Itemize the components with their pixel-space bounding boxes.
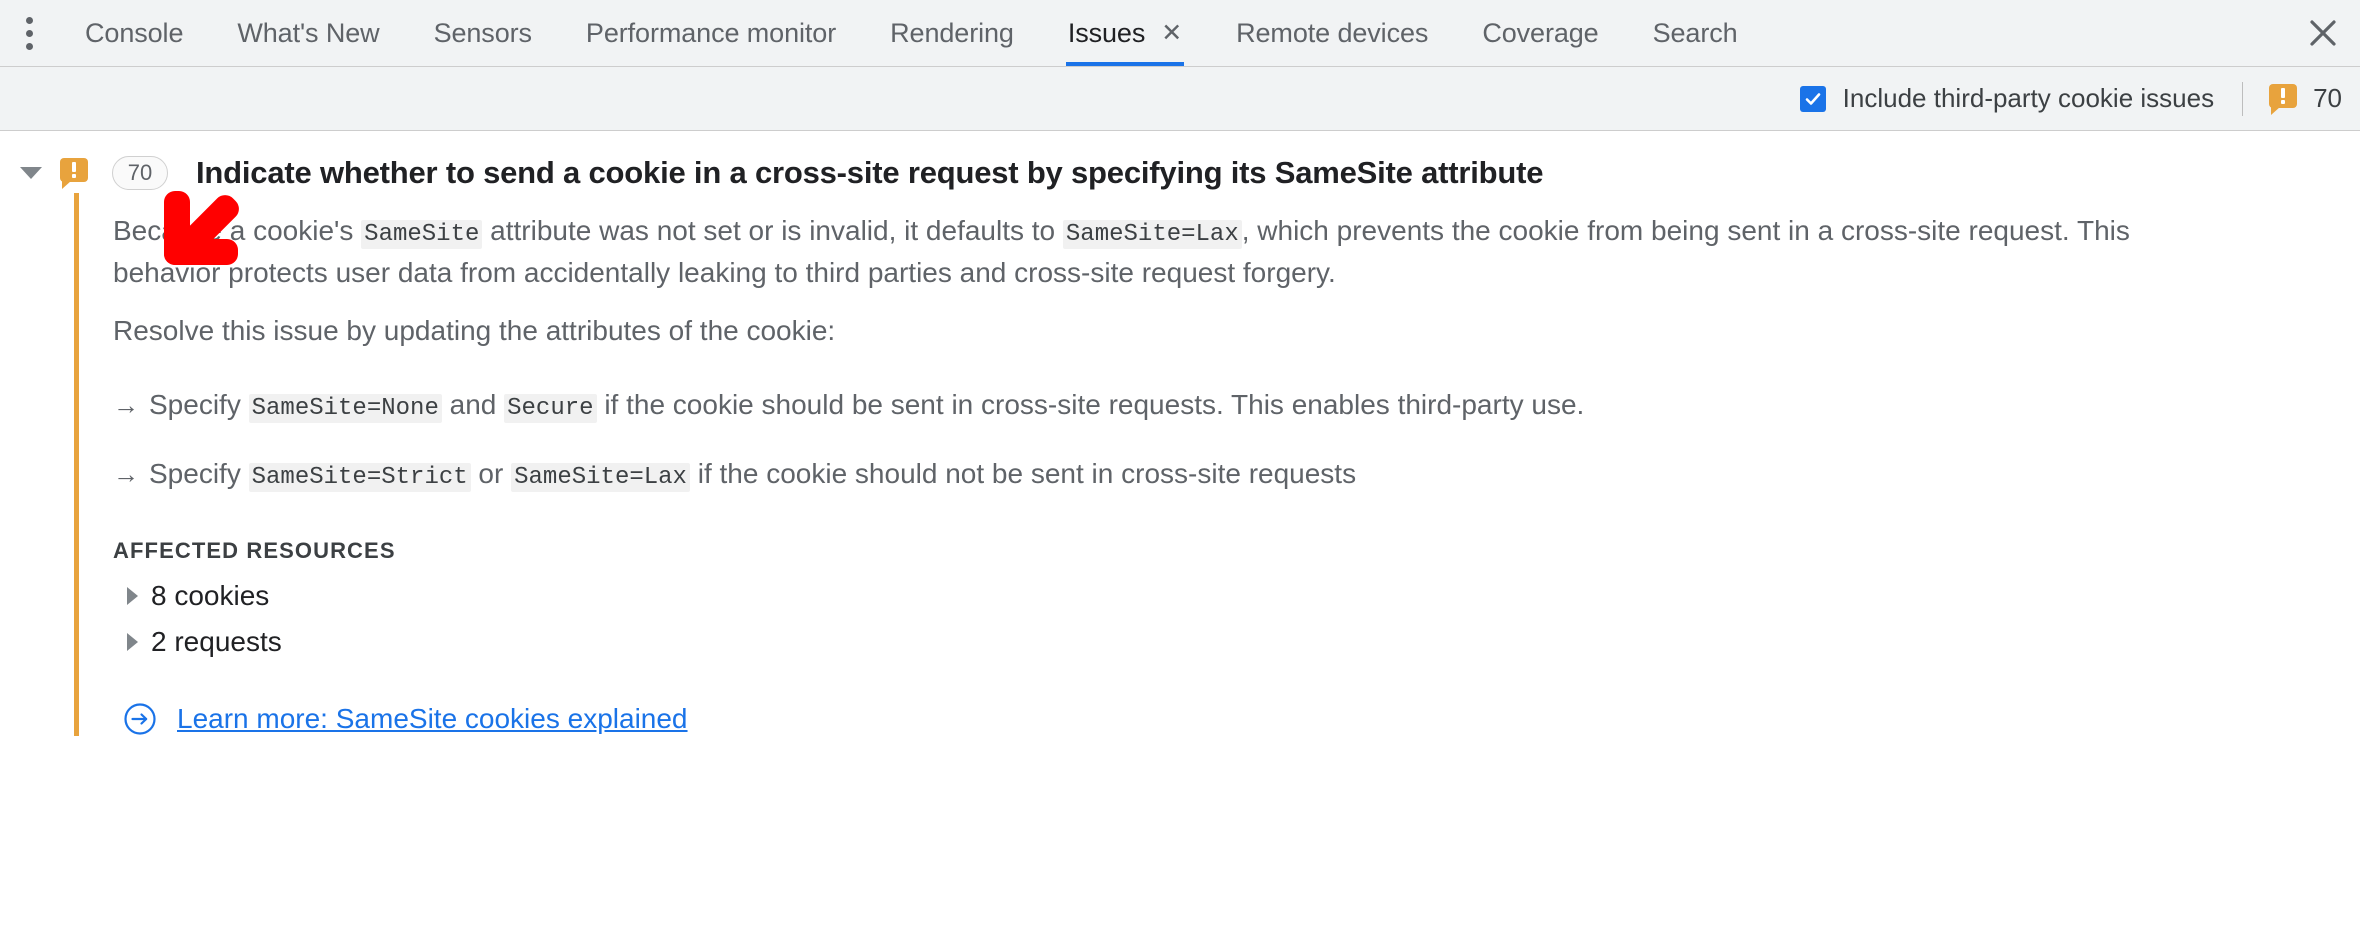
fix-text-1: Specify bbox=[149, 457, 249, 489]
fix-text: Specify SameSite=Strict or SameSite=Lax … bbox=[149, 454, 1356, 495]
affected-resources-list: 8 cookies 2 requests bbox=[113, 580, 2360, 658]
tab-label: Console bbox=[85, 17, 184, 48]
tab-bar-spacer bbox=[1765, 0, 2286, 66]
include-third-party-cookie-issues-checkbox[interactable]: Include third-party cookie issues bbox=[1799, 83, 2215, 114]
tab-console[interactable]: Console bbox=[58, 0, 210, 66]
more-tools-menu-button[interactable] bbox=[0, 0, 58, 66]
close-drawer-button[interactable] bbox=[2286, 0, 2360, 66]
code-samesite-none: SameSite=None bbox=[248, 394, 442, 424]
affected-resources-heading: AFFECTED RESOURCES bbox=[113, 538, 396, 564]
tab-label: Rendering bbox=[890, 17, 1014, 48]
circled-arrow-right-icon bbox=[124, 703, 156, 735]
warning-issue-icon bbox=[60, 157, 88, 189]
issue-count-badge: 70 bbox=[112, 155, 168, 190]
chevron-right-icon[interactable] bbox=[127, 587, 138, 606]
code-samesite-lax: SameSite=Lax bbox=[511, 462, 690, 492]
code-samesite: SameSite bbox=[361, 220, 483, 249]
resolve-intro: Resolve this issue by updating the attri… bbox=[113, 314, 836, 346]
code-samesite-strict: SameSite=Strict bbox=[248, 462, 471, 492]
resource-label: 2 requests bbox=[151, 626, 282, 658]
arrow-right-bullet-icon: → bbox=[113, 390, 139, 421]
tab-label: Search bbox=[1652, 17, 1738, 48]
devtools-tab-bar: Console What's New Sensors Performance m… bbox=[0, 0, 2360, 67]
fix-suggestion-item: → Specify SameSite=Strict or SameSite=La… bbox=[113, 454, 2360, 495]
tab-label: Remote devices bbox=[1236, 17, 1429, 48]
fix-suggestion-item: → Specify SameSite=None and Secure if th… bbox=[113, 385, 2360, 426]
issue-header-row[interactable]: 70 Indicate whether to send a cookie in … bbox=[0, 131, 2360, 193]
issues-toolbar: Include third-party cookie issues 70 bbox=[0, 67, 2360, 131]
chevron-down-icon[interactable] bbox=[20, 166, 42, 179]
learn-more-label: Learn more: SameSite cookies explained bbox=[177, 703, 688, 735]
tab-rendering[interactable]: Rendering bbox=[863, 0, 1041, 66]
tab-label: Coverage bbox=[1482, 17, 1599, 48]
issues-list: 70 Indicate whether to send a cookie in … bbox=[0, 131, 2360, 737]
learn-more-link[interactable]: Learn more: SameSite cookies explained bbox=[123, 702, 688, 736]
issue-title: Indicate whether to send a cookie in a c… bbox=[196, 154, 1544, 190]
chevron-right-icon[interactable] bbox=[127, 633, 138, 652]
fix-text-1: Specify bbox=[149, 389, 249, 421]
tab-label: Issues bbox=[1067, 17, 1146, 48]
fix-text-3: if the cookie should be sent in cross-si… bbox=[596, 389, 1585, 421]
code-secure: Secure bbox=[504, 394, 597, 424]
tab-search[interactable]: Search bbox=[1626, 0, 1765, 66]
fix-text: Specify SameSite=None and Secure if the … bbox=[149, 385, 1584, 426]
tab-label: Performance monitor bbox=[585, 17, 837, 48]
toolbar-divider bbox=[2242, 81, 2244, 116]
checkbox-label: Include third-party cookie issues bbox=[1842, 83, 2215, 113]
tab-label: Sensors bbox=[433, 17, 532, 48]
resource-label: 8 cookies bbox=[151, 580, 270, 612]
active-tab-underline bbox=[1065, 62, 1185, 66]
fix-text-2: or bbox=[470, 457, 512, 489]
tab-whats-new[interactable]: What's New bbox=[210, 0, 406, 66]
checkbox-checked-icon bbox=[1799, 85, 1826, 112]
desc-text-1: Because a cookie's bbox=[113, 215, 362, 246]
issue-count-value: 70 bbox=[2313, 83, 2342, 113]
issue-count-group: 70 bbox=[2269, 83, 2342, 115]
issue-detail-panel: Because a cookie's SameSite attribute wa… bbox=[74, 193, 2360, 737]
affected-resource-requests[interactable]: 2 requests bbox=[127, 626, 2360, 658]
close-icon bbox=[2310, 20, 2336, 46]
fix-text-3: if the cookie should not be sent in cros… bbox=[689, 457, 1357, 489]
desc-text-2: attribute was not set or is invalid, it … bbox=[482, 215, 1063, 246]
tab-coverage[interactable]: Coverage bbox=[1455, 0, 1625, 66]
tab-label: What's New bbox=[237, 17, 380, 48]
three-dot-vertical-menu-icon bbox=[25, 14, 33, 53]
tab-issues[interactable]: Issues ✕ bbox=[1041, 0, 1209, 66]
tab-remote-devices[interactable]: Remote devices bbox=[1209, 0, 1455, 66]
tab-close-icon[interactable]: ✕ bbox=[1161, 20, 1182, 46]
tab-sensors[interactable]: Sensors bbox=[407, 0, 559, 66]
warning-issue-icon bbox=[2269, 83, 2298, 115]
fix-text-2: and bbox=[441, 389, 505, 421]
fix-suggestion-list: → Specify SameSite=None and Secure if th… bbox=[113, 385, 2360, 494]
arrow-right-bullet-icon: → bbox=[113, 458, 139, 489]
affected-resource-cookies[interactable]: 8 cookies bbox=[127, 580, 2360, 612]
issue-description: Because a cookie's SameSite attribute wa… bbox=[113, 211, 2203, 293]
code-samesite-lax: SameSite=Lax bbox=[1062, 220, 1242, 249]
tab-performance-monitor[interactable]: Performance monitor bbox=[559, 0, 863, 66]
